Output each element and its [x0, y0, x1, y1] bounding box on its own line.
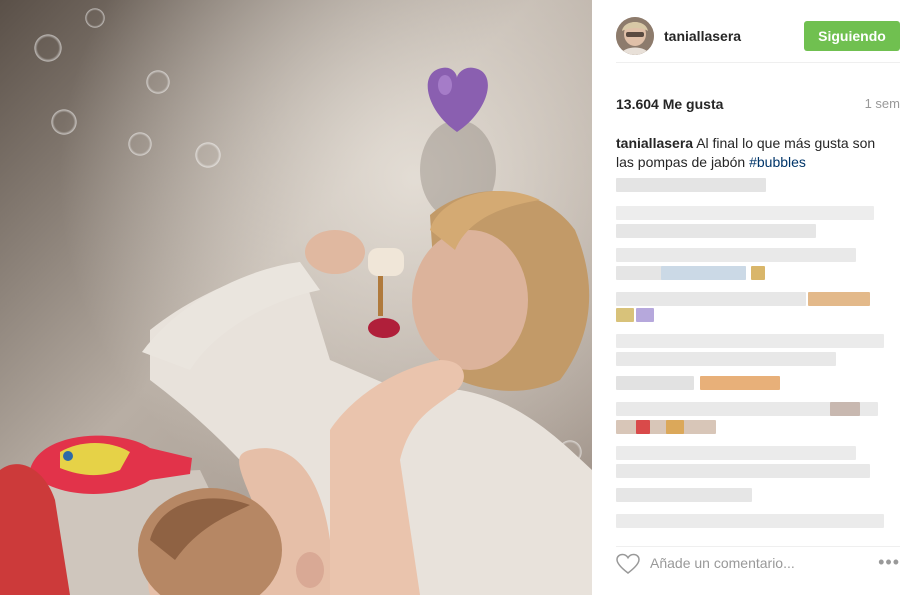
- blurred-emoji: [751, 266, 765, 280]
- more-options-icon[interactable]: •••: [878, 553, 900, 571]
- likes-count[interactable]: 13.604 Me gusta: [616, 96, 723, 112]
- blurred-comment-line: [661, 266, 746, 280]
- blurred-comment-line: [616, 224, 816, 238]
- blurred-comment-line: [616, 464, 870, 478]
- blurred-comment-line: [616, 206, 874, 220]
- caption-hashtag[interactable]: #bubbles: [749, 154, 806, 170]
- blurred-comment-line: [616, 376, 694, 390]
- avatar[interactable]: [616, 17, 654, 55]
- post-header: taniallasera Siguiendo: [616, 14, 900, 63]
- blurred-emoji: [636, 420, 650, 434]
- blurred-comment-line: [616, 248, 856, 262]
- post-details-panel: taniallasera Siguiendo 13.604 Me gusta 1…: [592, 0, 906, 595]
- blurred-comment-line: [616, 488, 752, 502]
- comment-bar: Añade un comentario... •••: [616, 546, 900, 583]
- blurred-emoji: [700, 376, 780, 390]
- blurred-comment-line: [616, 514, 884, 528]
- caption: taniallasera Al final lo que más gusta s…: [616, 134, 894, 172]
- blurred-emoji: [830, 402, 860, 416]
- comment-input[interactable]: Añade un comentario...: [650, 555, 795, 571]
- blurred-comment-line: [616, 178, 766, 192]
- likes-row: 13.604 Me gusta 1 sem: [616, 96, 900, 114]
- blurred-emoji: [666, 420, 684, 434]
- heart-icon[interactable]: [616, 553, 640, 575]
- blurred-comment-line: [616, 352, 836, 366]
- username-link[interactable]: taniallasera: [664, 28, 741, 44]
- blurred-comments: [616, 176, 886, 532]
- blurred-comment-line: [616, 334, 884, 348]
- blurred-emoji: [616, 308, 634, 322]
- blurred-comment-line: [616, 292, 806, 306]
- post-photo[interactable]: [0, 0, 592, 595]
- blurred-emoji: [808, 292, 870, 306]
- caption-username[interactable]: taniallasera: [616, 135, 693, 151]
- blurred-comment-line: [616, 446, 856, 460]
- blurred-emoji: [636, 308, 654, 322]
- following-button[interactable]: Siguiendo: [804, 21, 900, 51]
- post-time[interactable]: 1 sem: [865, 96, 900, 111]
